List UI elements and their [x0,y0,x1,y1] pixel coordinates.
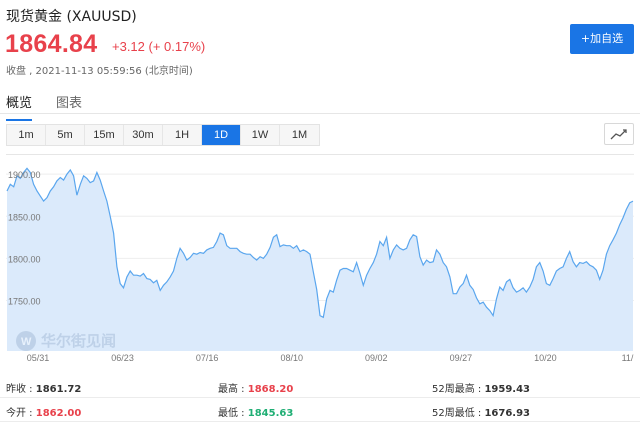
y-tick-label: 1850.00 [8,212,41,222]
price-area [7,168,633,351]
x-tick-label: 11/1 [622,353,634,363]
price-change: +3.12 (+ 0.17%) [112,39,206,54]
line-chart-icon [610,129,627,140]
stat-52w-high: 52周最高 : 1959.43 [432,384,530,395]
range-1h-button[interactable]: 1H [163,125,202,145]
instrument-title: 现货黄金 (XAUUSD) [6,9,137,25]
watermark-text: 华尔街见闻 [41,332,116,350]
svg-text:W: W [21,336,32,348]
chart-type-toggle[interactable] [604,123,634,145]
stat-open: 今开 : 1862.00 [6,408,82,419]
time-range-selector: 1m 5m 15m 30m 1H 1D 1W 1M [6,124,320,146]
stats-row: 昨收 : 1861.72 最高 : 1868.20 52周最高 : 1959.4… [0,374,640,398]
range-15m-button[interactable]: 15m [85,125,124,145]
tab-overview[interactable]: 概览 [6,92,33,121]
y-tick-label: 1750.00 [8,296,41,306]
stat-high: 最高 : 1868.20 [218,384,294,395]
tab-chart[interactable]: 图表 [56,92,82,119]
x-tick-label: 08/10 [280,353,303,363]
last-price: 1864.84 [5,30,98,58]
view-tabs: 概览 图表 [0,86,640,121]
x-tick-label: 09/02 [365,353,388,363]
range-1mo-button[interactable]: 1M [280,125,319,145]
price-chart[interactable]: W 华尔街见闻 1900.00 1850.00 1800.00 1750.00 05/3… [6,154,638,366]
y-tick-label: 1800.00 [8,254,41,264]
y-tick-label: 1900.00 [8,170,41,180]
stat-low: 最低 : 1845.63 [218,408,294,419]
x-tick-label: 10/20 [534,353,557,363]
range-1m-button[interactable]: 1m [7,125,46,145]
x-tick-label: 09/27 [450,353,473,363]
x-tick-label: 07/16 [196,353,219,363]
x-tick-label: 05/31 [27,353,50,363]
price-chart-svg: W 华尔街见闻 1900.00 1850.00 1800.00 1750.00 05/3… [6,167,638,363]
range-1d-button[interactable]: 1D [202,125,241,145]
add-to-watchlist-button[interactable]: +加自选 [570,24,634,54]
range-5m-button[interactable]: 5m [46,125,85,145]
range-30m-button[interactable]: 30m [124,125,163,145]
market-status: 收盘 , 2021-11-13 05:59:56 (北京时间) [6,66,193,77]
stat-52w-low: 52周最低 : 1676.93 [432,408,530,419]
watermark-logo: W 华尔街见闻 [16,331,116,351]
stat-prev-close: 昨收 : 1861.72 [6,384,82,395]
range-1w-button[interactable]: 1W [241,125,280,145]
stats-row: 今开 : 1862.00 最低 : 1845.63 52周最低 : 1676.9… [0,398,640,422]
x-tick-label: 06/23 [111,353,134,363]
